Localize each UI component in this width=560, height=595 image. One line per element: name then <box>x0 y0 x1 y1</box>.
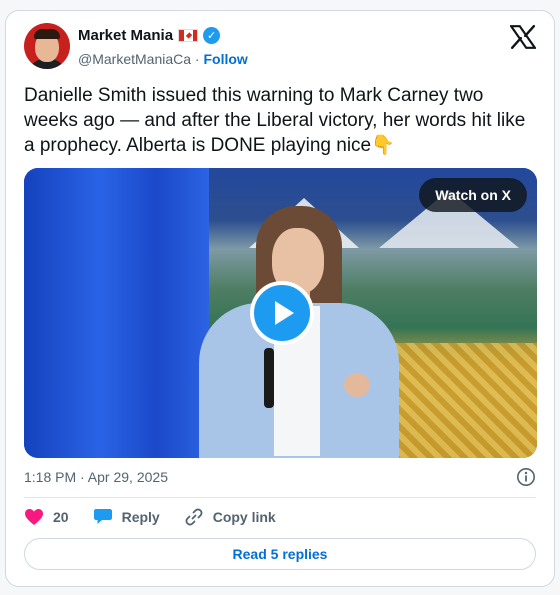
divider <box>24 497 536 498</box>
video-player[interactable]: Watch on X <box>24 168 537 458</box>
handle-separator: · <box>194 51 200 67</box>
follow-link[interactable]: Follow <box>203 51 247 67</box>
copy-link-label: Copy link <box>212 509 276 525</box>
microphone <box>264 348 274 408</box>
canada-flag-icon <box>178 29 199 42</box>
author-name-row: Market Mania ✓ <box>78 27 221 44</box>
like-button[interactable]: 20 <box>24 508 69 526</box>
reply-button[interactable]: Reply <box>93 508 160 526</box>
tweet-body: Danielle Smith issued this warning to Ma… <box>24 85 526 156</box>
link-icon <box>185 508 203 526</box>
blue-backdrop <box>24 168 214 458</box>
action-bar: 20 Reply Copy link <box>24 507 300 527</box>
copy-link-button[interactable]: Copy link <box>184 507 276 527</box>
author-display-name[interactable]: Market Mania <box>78 27 173 44</box>
author-handle[interactable]: @MarketManiaCa <box>78 51 191 67</box>
speaker-hand <box>344 373 370 397</box>
play-icon[interactable] <box>250 281 314 345</box>
like-count: 20 <box>53 509 69 525</box>
read-replies-button[interactable]: Read 5 replies <box>24 538 536 570</box>
tweet-timestamp[interactable]: 1:18 PM · Apr 29, 2025 <box>24 469 168 485</box>
pointing-down-emoji: 👇 <box>371 135 395 156</box>
x-logo-icon[interactable] <box>510 25 536 49</box>
watch-on-x-button[interactable]: Watch on X <box>419 178 527 212</box>
verified-icon: ✓ <box>203 27 221 44</box>
reply-label: Reply <box>121 509 160 525</box>
avatar[interactable] <box>24 23 70 69</box>
tweet-card: Market Mania ✓ @MarketManiaCa · Follow D… <box>5 10 555 587</box>
info-icon[interactable] <box>516 467 536 487</box>
author-handle-row: @MarketManiaCa · Follow <box>78 51 248 67</box>
speech-bubble-icon <box>93 509 112 524</box>
avatar-hair <box>34 29 60 39</box>
heart-icon <box>25 509 43 525</box>
tweet-text: Danielle Smith issued this warning to Ma… <box>24 83 539 158</box>
